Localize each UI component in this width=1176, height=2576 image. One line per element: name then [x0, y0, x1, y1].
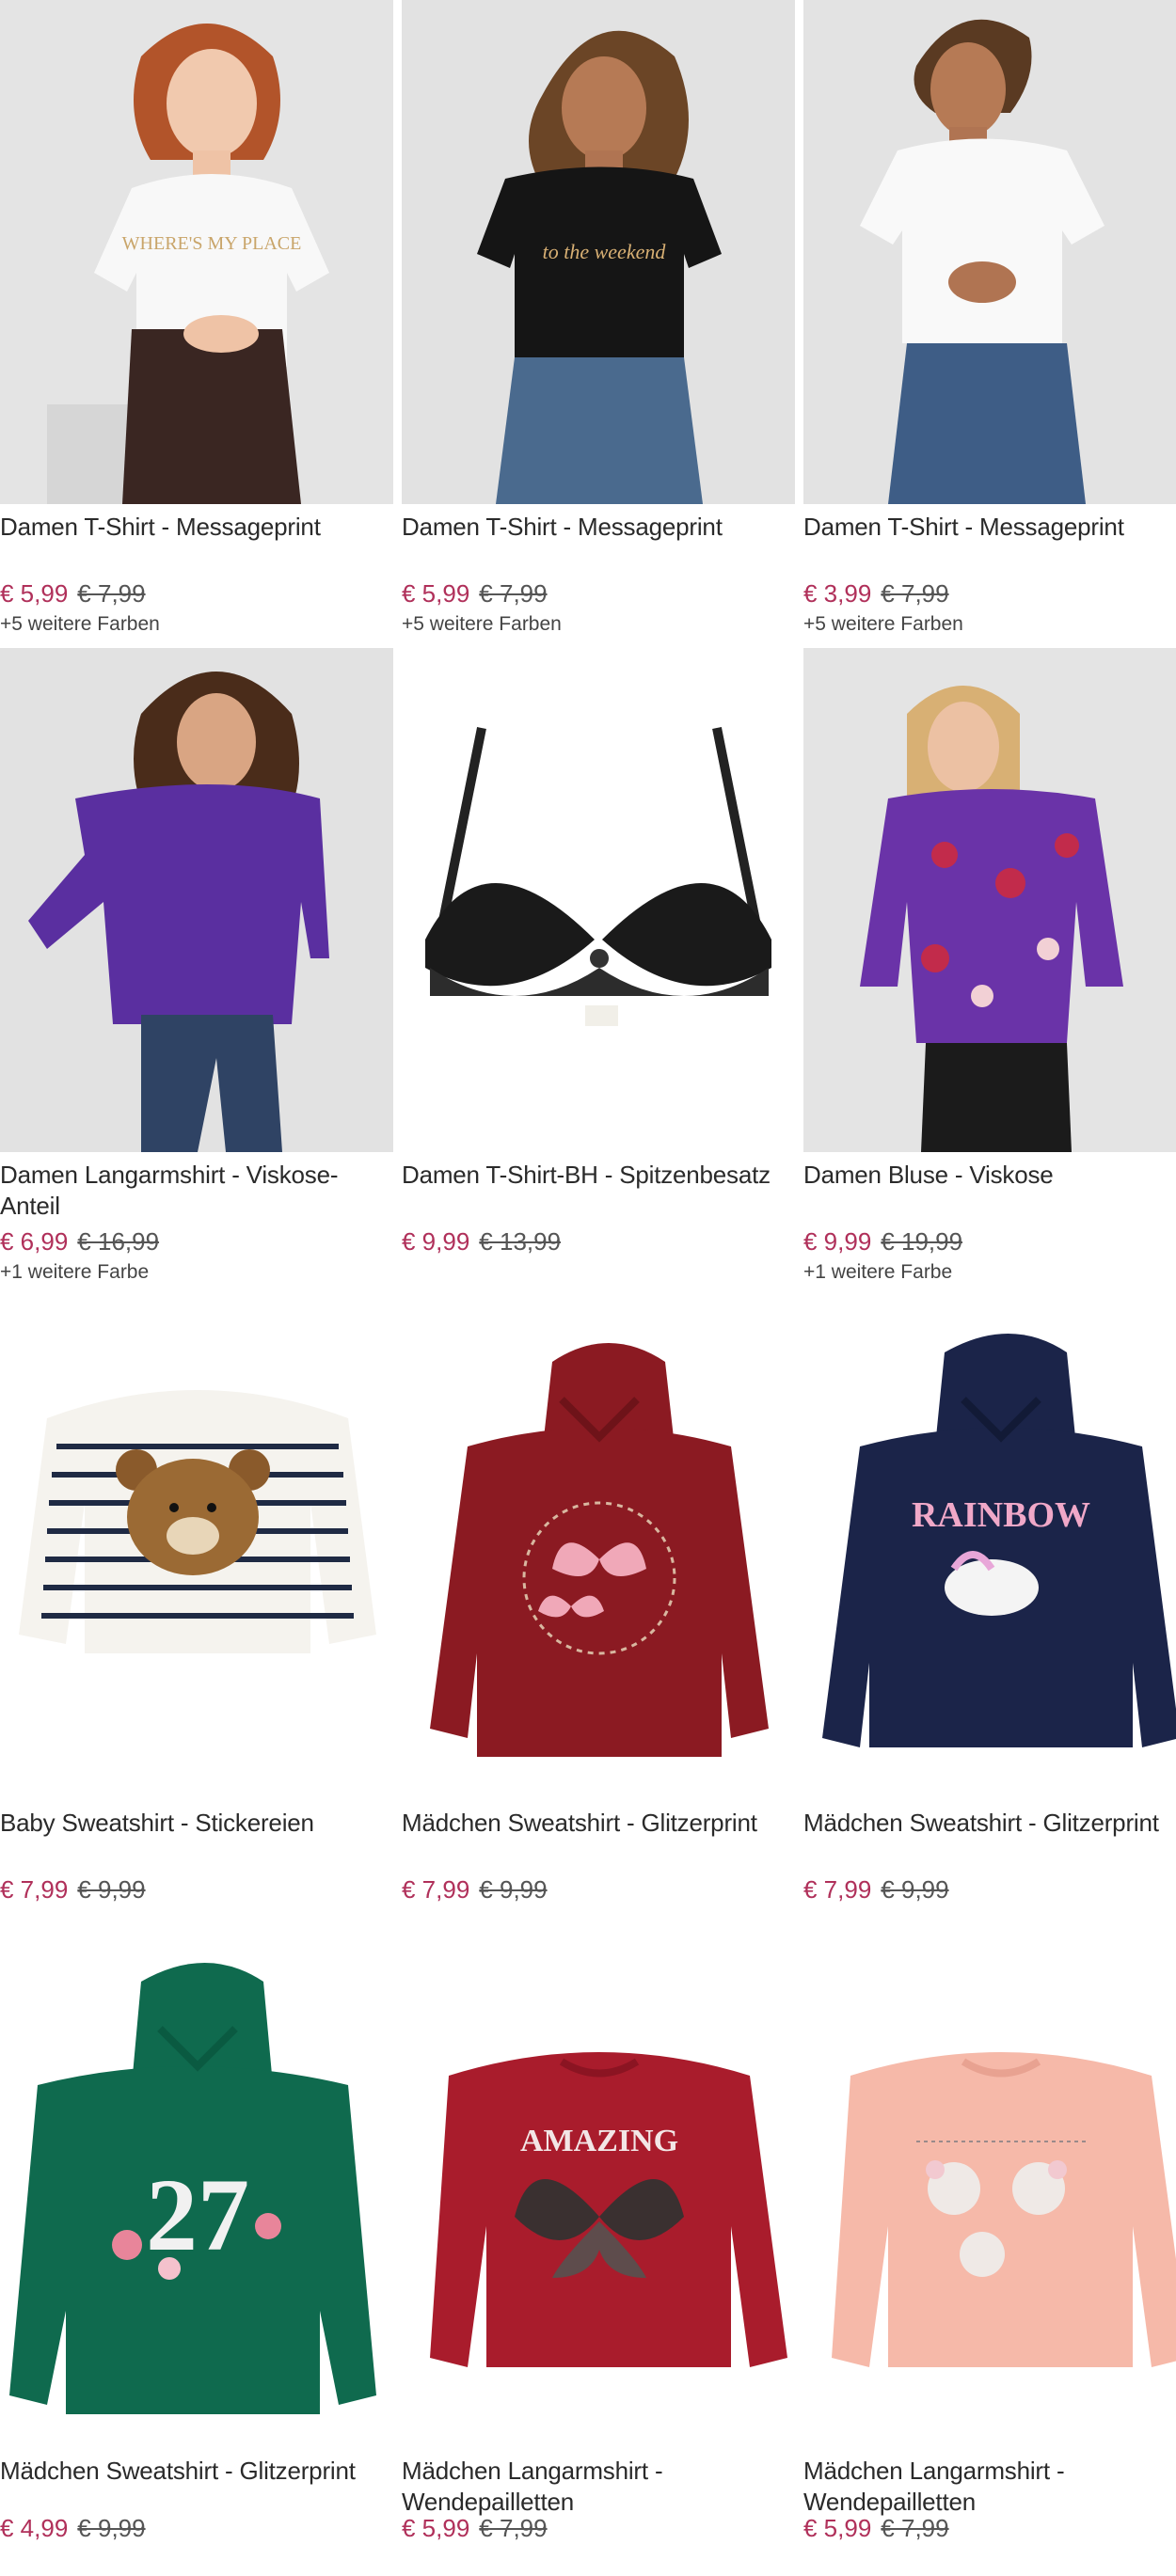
price-row: € 9,99 € 19,99 — [803, 1225, 1176, 1257]
current-price: € 5,99 — [803, 2514, 872, 2542]
product-card[interactable]: Damen Langarmshirt - Viskose-Anteil € 6,… — [0, 648, 393, 1286]
print-text: to the weekend — [543, 240, 667, 263]
product-card[interactable]: Damen Bluse - Viskose € 9,99 € 19,99 +1 w… — [803, 648, 1176, 1286]
product-image[interactable] — [402, 648, 795, 1152]
current-price: € 5,99 — [0, 579, 69, 608]
product-card[interactable]: Mädchen Langarmshirt - Wendepailletten €… — [803, 1944, 1176, 2544]
product-title[interactable]: Mädchen Langarmshirt - Wendepailletten — [803, 2456, 1176, 2518]
old-price: € 19,99 — [881, 1227, 963, 1256]
current-price: € 5,99 — [402, 2514, 470, 2542]
price-row: € 3,99 € 7,99 — [803, 577, 1176, 609]
product-title[interactable]: Damen Langarmshirt - Viskose-Anteil — [0, 1160, 393, 1222]
product-image[interactable]: RAINBOW — [803, 1296, 1176, 1800]
product-image[interactable] — [803, 0, 1176, 504]
product-card[interactable]: WHERE'S MY PLACE Damen T-Shirt - Message… — [0, 0, 393, 638]
old-price: € 9,99 — [77, 2514, 146, 2542]
old-price: € 7,99 — [881, 579, 949, 608]
current-price: € 4,99 — [0, 2514, 69, 2542]
product-title[interactable]: Mädchen Sweatshirt - Glitzerprint — [0, 2456, 393, 2518]
price-row: € 5,99 € 7,99 — [402, 577, 795, 609]
current-price: € 6,99 — [0, 1227, 69, 1256]
price-row: € 5,99 € 7,99 — [0, 577, 393, 609]
product-title[interactable]: Damen Bluse - Viskose — [803, 1160, 1176, 1222]
product-title[interactable]: Mädchen Sweatshirt - Glitzerprint — [402, 1808, 795, 1870]
product-title[interactable]: Damen T-Shirt - Messageprint — [0, 512, 393, 574]
current-price: € 7,99 — [402, 1875, 470, 1904]
price-row: € 9,99 € 13,99 — [402, 1225, 795, 1257]
product-card[interactable]: Damen T-Shirt-BH - Spitzenbesatz € 9,99 €… — [402, 648, 795, 1259]
print-text: RAINBOW — [912, 1495, 1090, 1535]
product-image[interactable]: AMAZING — [402, 1944, 795, 2448]
old-price: € 9,99 — [77, 1875, 146, 1904]
product-image[interactable] — [803, 1944, 1176, 2448]
current-price: € 3,99 — [803, 579, 872, 608]
product-image[interactable]: 27 — [0, 1944, 393, 2448]
product-title[interactable]: Damen T-Shirt - Messageprint — [803, 512, 1176, 574]
product-image[interactable]: to the weekend — [402, 0, 795, 504]
product-title[interactable]: Baby Sweatshirt - Stickereien — [0, 1808, 393, 1870]
more-colors-link[interactable]: +1 weitere Farbe — [803, 1259, 1176, 1286]
product-card[interactable]: Damen T-Shirt - Messageprint € 3,99 € 7,9… — [803, 0, 1176, 638]
old-price: € 7,99 — [881, 2514, 949, 2542]
more-colors-link[interactable]: +5 weitere Farben — [0, 611, 393, 638]
print-text: AMAZING — [520, 2124, 678, 2158]
product-title[interactable]: Mädchen Sweatshirt - Glitzerprint — [803, 1808, 1176, 1870]
product-card[interactable]: 27 Mädchen Sweatshirt - Glitzerprint € 4… — [0, 1944, 393, 2544]
current-price: € 5,99 — [402, 579, 470, 608]
old-price: € 7,99 — [77, 579, 146, 608]
price-row: € 7,99 € 9,99 — [0, 1873, 393, 1905]
price-row: € 4,99 € 9,99 — [0, 2512, 393, 2544]
product-title[interactable]: Damen T-Shirt-BH - Spitzenbesatz — [402, 1160, 795, 1222]
product-image[interactable] — [803, 648, 1176, 1152]
old-price: € 7,99 — [479, 579, 548, 608]
product-image[interactable] — [0, 648, 393, 1152]
current-price: € 7,99 — [0, 1875, 69, 1904]
product-image[interactable] — [0, 1296, 393, 1800]
product-image[interactable]: WHERE'S MY PLACE — [0, 0, 393, 504]
more-colors-link[interactable]: +5 weitere Farben — [803, 611, 1176, 638]
product-card[interactable]: AMAZING Mädchen Langarmshirt - Wendepail… — [402, 1944, 795, 2544]
product-grid: WHERE'S MY PLACE Damen T-Shirt - Message… — [0, 0, 1176, 2576]
product-card[interactable]: RAINBOW Mädchen Sweatshirt - Glitzerprin… — [803, 1296, 1176, 1905]
current-price: € 9,99 — [803, 1227, 872, 1256]
price-row: € 7,99 € 9,99 — [803, 1873, 1176, 1905]
price-row: € 6,99 € 16,99 — [0, 1225, 393, 1257]
more-colors-link[interactable]: +1 weitere Farbe — [0, 1259, 393, 1286]
price-row: € 5,99 € 7,99 — [402, 2512, 795, 2544]
product-card[interactable]: Baby Sweatshirt - Stickereien € 7,99 € 9,… — [0, 1296, 393, 1905]
product-title[interactable]: Damen T-Shirt - Messageprint — [402, 512, 795, 574]
old-price: € 16,99 — [77, 1227, 160, 1256]
product-image[interactable] — [402, 1296, 795, 1800]
more-colors-link[interactable]: +5 weitere Farben — [402, 611, 795, 638]
old-price: € 9,99 — [479, 1875, 548, 1904]
product-title[interactable]: Mädchen Langarmshirt - Wendepailletten — [402, 2456, 795, 2518]
price-row: € 5,99 € 7,99 — [803, 2512, 1176, 2544]
product-card[interactable]: Mädchen Sweatshirt - Glitzerprint € 7,99… — [402, 1296, 795, 1905]
print-text: 27 — [146, 2157, 249, 2272]
product-card[interactable]: to the weekend Damen T-Shirt - Messagepr… — [402, 0, 795, 638]
price-row: € 7,99 € 9,99 — [402, 1873, 795, 1905]
old-price: € 7,99 — [479, 2514, 548, 2542]
current-price: € 9,99 — [402, 1227, 470, 1256]
old-price: € 9,99 — [881, 1875, 949, 1904]
print-text: WHERE'S MY PLACE — [122, 233, 302, 254]
current-price: € 7,99 — [803, 1875, 872, 1904]
old-price: € 13,99 — [479, 1227, 562, 1256]
